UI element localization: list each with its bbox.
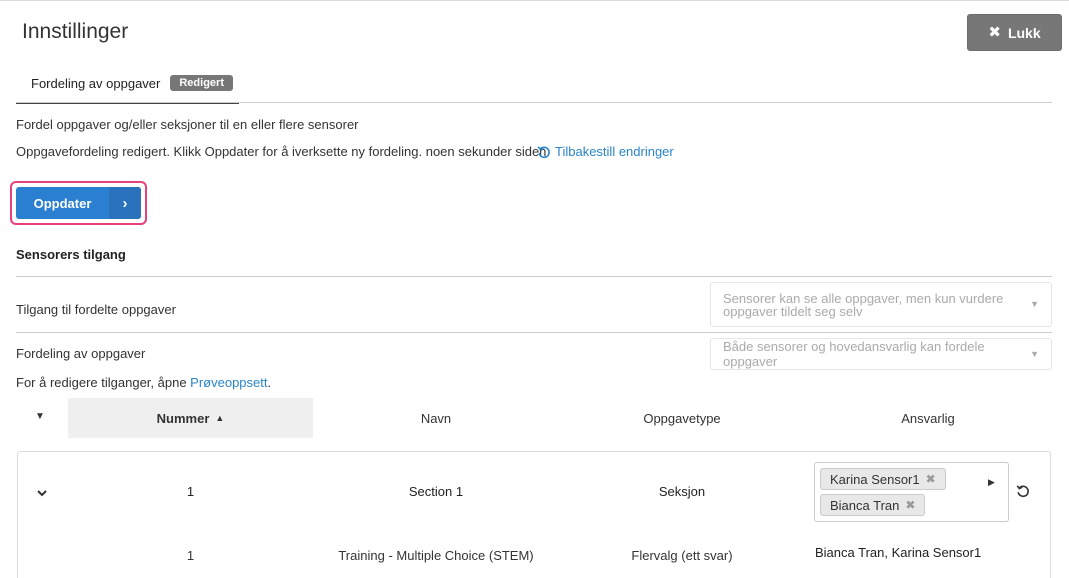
status-badge: Redigert	[170, 75, 233, 91]
task-responsible: Bianca Tran, Karina Sensor1	[815, 545, 982, 560]
assignee-multiselect[interactable]: Karina Sensor1 ✖ Bianca Tran ✖ ▶	[814, 462, 1009, 522]
update-button-label: Oppdater	[33, 195, 92, 211]
trial-setup-link[interactable]: Prøveoppsett	[190, 375, 267, 390]
undo-icon[interactable]	[1016, 484, 1030, 501]
access-note-text: For å redigere tilganger, åpne	[16, 375, 191, 390]
section-number: 1	[186, 484, 195, 499]
description-text: Fordel oppgaver og/eller seksjoner til e…	[16, 117, 359, 132]
distribution-select-value: Både sensorer og hovedansvarlig kan ford…	[723, 339, 985, 369]
assignee-tag: Karina Sensor1 ✖	[820, 468, 946, 490]
distribution-select[interactable]: Både sensorer og hovedansvarlig kan ford…	[710, 338, 1052, 370]
access-select[interactable]: Sensorer kan se alle oppgaver, men kun v…	[710, 282, 1052, 327]
undo-icon	[537, 145, 550, 158]
caret-right-icon[interactable]: ▶	[988, 477, 995, 488]
reset-changes-label: Tilbakestill endringer	[555, 144, 674, 159]
status-text: Oppgavefordeling redigert. Klikk Oppdate…	[16, 144, 547, 159]
caret-down-icon: ▼	[1030, 349, 1039, 359]
access-note-suffix: .	[267, 375, 272, 390]
column-header-responsible: Ansvarlig	[901, 410, 955, 426]
section-type: Seksjon	[658, 484, 706, 499]
column-header-name: Navn	[420, 410, 452, 426]
page-title: Innstillinger	[22, 20, 129, 43]
assignee-tag: Bianca Tran ✖	[820, 494, 926, 516]
top-border	[0, 0, 1069, 1]
tab-label: Fordeling av oppgaver	[31, 75, 161, 91]
access-note: For å redigere tilganger, åpne Prøveopps…	[16, 375, 271, 390]
task-type: Flervalg (ett svar)	[631, 548, 733, 563]
section-name: Section 1	[408, 484, 464, 499]
update-button[interactable]: Oppdater ›	[16, 187, 141, 219]
close-button[interactable]: ✖ Lukk	[967, 14, 1062, 51]
expand-all-icon[interactable]: ▼	[35, 411, 45, 422]
remove-icon[interactable]: ✖	[926, 472, 936, 486]
distribution-row-label: Fordeling av oppgaver	[16, 346, 146, 361]
assignee-tag-label: Karina Sensor1	[830, 471, 920, 487]
access-row-label: Tilgang til fordelte oppgaver	[16, 302, 176, 317]
column-header-type: Oppgavetype	[643, 410, 721, 426]
caret-down-icon: ▼	[1030, 299, 1039, 309]
reset-changes-link[interactable]: Tilbakestill endringer	[537, 144, 674, 159]
tab-divider	[16, 102, 1052, 103]
close-icon: ✖	[988, 24, 1001, 41]
tab-fordeling[interactable]: Fordeling av oppgaver Redigert	[16, 63, 239, 104]
collapse-section-icon[interactable]	[36, 486, 48, 501]
access-heading: Sensorers tilgang	[16, 247, 126, 262]
task-name: Training - Multiple Choice (STEM)	[338, 548, 534, 563]
sort-ascending-icon: ▲	[215, 413, 225, 423]
column-header-number-label: Nummer	[156, 410, 210, 426]
divider	[16, 332, 1052, 333]
close-button-label: Lukk	[1007, 24, 1041, 41]
remove-icon[interactable]: ✖	[905, 498, 915, 512]
column-header-number[interactable]: Nummer ▲	[68, 398, 313, 438]
divider	[16, 276, 1052, 277]
assignee-tag-label: Bianca Tran	[830, 497, 900, 513]
task-number: 1	[186, 548, 195, 563]
chevron-right-icon: ›	[109, 187, 141, 219]
access-select-value: Sensorer kan se alle oppgaver, men kun v…	[723, 290, 1004, 319]
